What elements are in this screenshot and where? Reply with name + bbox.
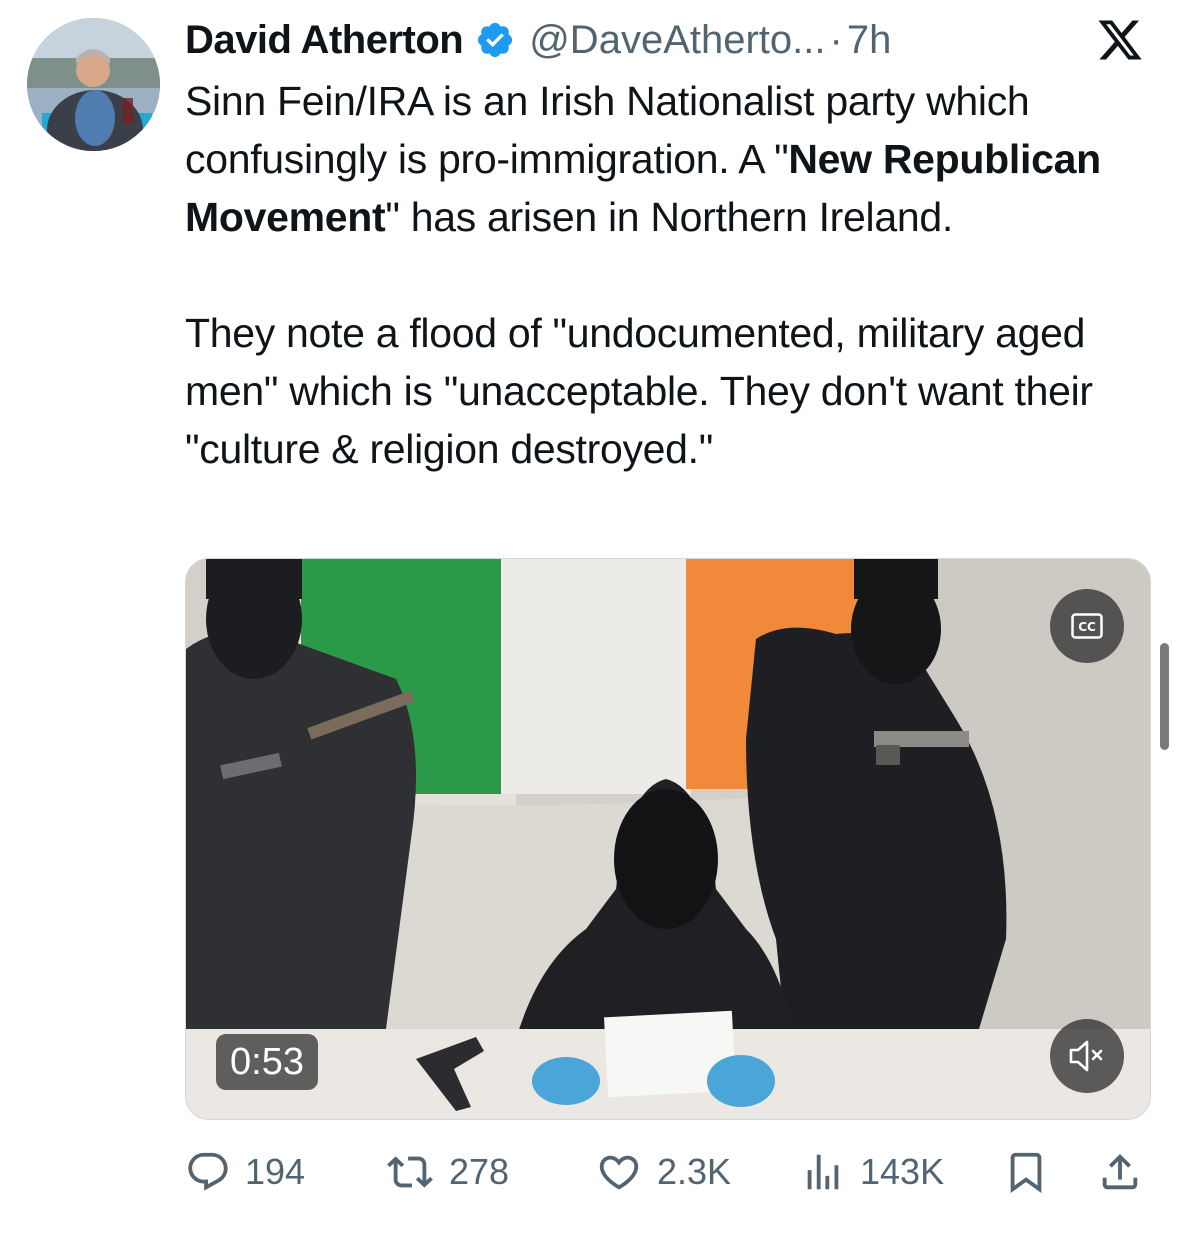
repost-icon xyxy=(387,1156,433,1188)
captions-icon: CC xyxy=(1071,613,1103,639)
muted-speaker-icon xyxy=(1069,1040,1103,1072)
tweet-actions: 194 278 2.3K 143K xyxy=(185,1140,1160,1204)
mute-button[interactable] xyxy=(1050,1019,1124,1093)
video-player[interactable]: CC 0:53 xyxy=(185,558,1151,1120)
views-icon xyxy=(807,1154,839,1190)
tweet-paragraph-2: They note a flood of "undocumented, mili… xyxy=(185,310,1093,472)
separator-dot: · xyxy=(829,17,843,62)
tweet-text-part: " has arisen in Northern Ireland. xyxy=(385,194,953,240)
captions-label: CC xyxy=(1078,620,1096,634)
share-icon xyxy=(1102,1153,1138,1190)
reply-count: 194 xyxy=(245,1151,306,1192)
tweet-header: David Atherton @DaveAtherto... · 7h xyxy=(185,14,891,66)
views-button[interactable]: 143K xyxy=(800,1140,944,1204)
heart-icon xyxy=(599,1155,639,1190)
video-duration: 0:53 xyxy=(216,1034,318,1090)
share-button[interactable] xyxy=(1097,1140,1143,1204)
repost-count: 278 xyxy=(449,1151,510,1192)
bookmark-icon xyxy=(1010,1152,1042,1193)
views-count: 143K xyxy=(860,1151,945,1192)
reply-button[interactable]: 194 xyxy=(185,1140,305,1204)
x-logo-icon[interactable] xyxy=(1095,16,1145,64)
timestamp[interactable]: 7h xyxy=(847,18,892,63)
reply-icon xyxy=(188,1152,228,1191)
like-button[interactable]: 2.3K xyxy=(595,1140,731,1204)
scrollbar[interactable] xyxy=(1160,643,1169,750)
avatar[interactable] xyxy=(27,18,160,151)
avatar-photo xyxy=(27,18,160,151)
like-count: 2.3K xyxy=(657,1151,732,1192)
verified-badge-icon xyxy=(478,22,513,58)
video-thumbnail xyxy=(186,559,1150,1119)
tweet-paragraph-1: Sinn Fein/IRA is an Irish Nationalist pa… xyxy=(185,72,1160,246)
bookmark-button[interactable] xyxy=(1003,1140,1049,1204)
captions-button[interactable]: CC xyxy=(1050,589,1124,663)
author-name[interactable]: David Atherton xyxy=(185,18,464,63)
tweet-text: Sinn Fein/IRA is an Irish Nationalist pa… xyxy=(185,72,1160,478)
author-handle[interactable]: @DaveAtherto... xyxy=(529,18,825,63)
repost-button[interactable]: 278 xyxy=(385,1140,509,1204)
